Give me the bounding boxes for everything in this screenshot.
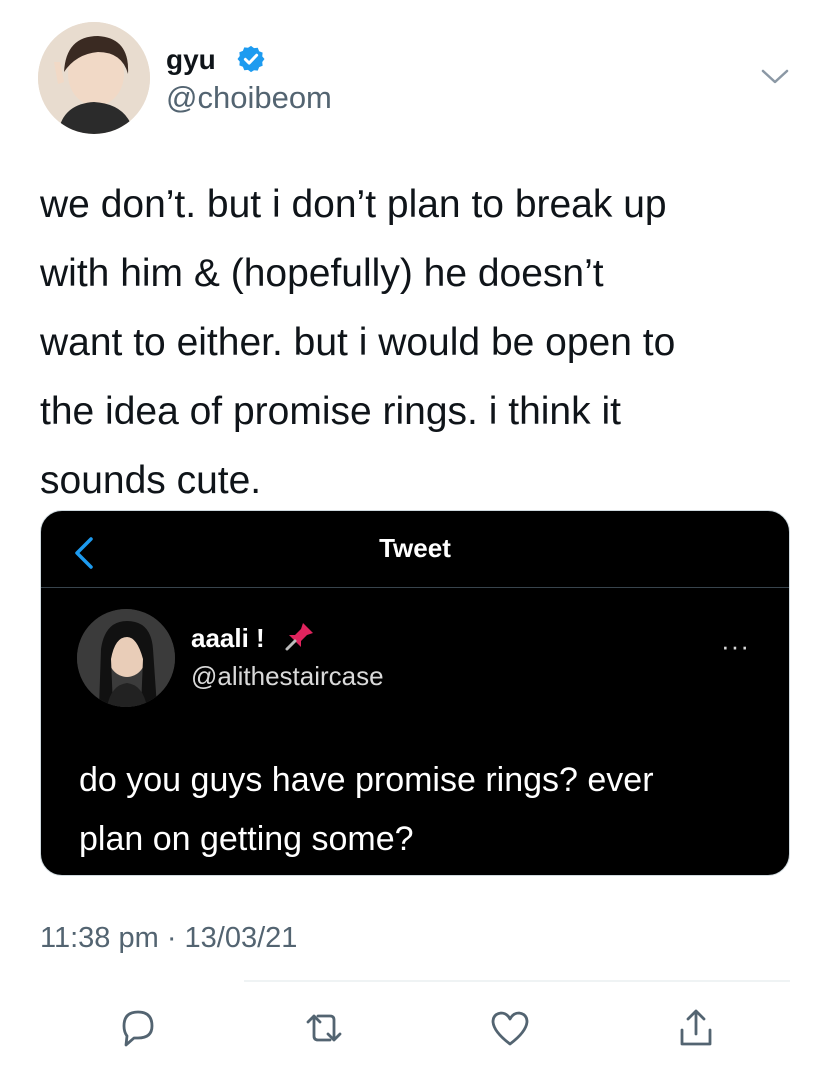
action-bar [0,1000,828,1060]
chevron-down-icon[interactable] [760,66,790,88]
embed-author-name: aaali ! [191,623,265,653]
more-options-icon: ··· [721,631,750,661]
author-name[interactable]: gyu [166,44,216,76]
heart-icon [491,1011,529,1046]
attached-image[interactable]: Tweet aaali ! @alithestaircase ··· do yo… [40,510,790,876]
tweet-line: with him & (hopefully) he doesn’t [40,252,604,295]
share-button[interactable] [668,1000,724,1056]
tweet-line: want to either. but i would be open to [40,321,676,364]
author-handle[interactable]: @choibeom [166,80,332,116]
embed-header-title: Tweet [379,533,451,563]
embed-author-avatar [77,609,175,707]
embed-author-handle: @alithestaircase [191,661,384,691]
like-button[interactable] [482,1000,538,1056]
retweet-button[interactable] [296,1000,352,1056]
verified-badge-icon [236,44,266,74]
pushpin-icon [283,619,317,653]
embed-tweet-line: plan on getting some? [79,820,414,858]
tweet-line: sounds cute. [40,459,262,502]
divider [244,980,790,982]
tweet-line: the idea of promise rings. i think it [40,390,621,433]
tweet-timestamp[interactable]: 11:38 pm · 13/03/21 [40,922,297,955]
author-avatar[interactable] [38,22,150,134]
reply-icon [122,1010,154,1047]
tweet-text: we don’t. but i don’t plan to break up w… [40,170,800,515]
share-icon [680,1009,712,1046]
embed-divider [41,587,789,588]
embed-tweet-text: do you guys have promise rings? ever pla… [79,751,769,869]
reply-button[interactable] [110,1000,166,1056]
tweet-line: we don’t. but i don’t plan to break up [40,183,667,226]
user-avatar-icon [38,22,150,134]
embed-tweet-line: do you guys have promise rings? ever [79,761,654,799]
retweet-icon [306,1014,342,1042]
